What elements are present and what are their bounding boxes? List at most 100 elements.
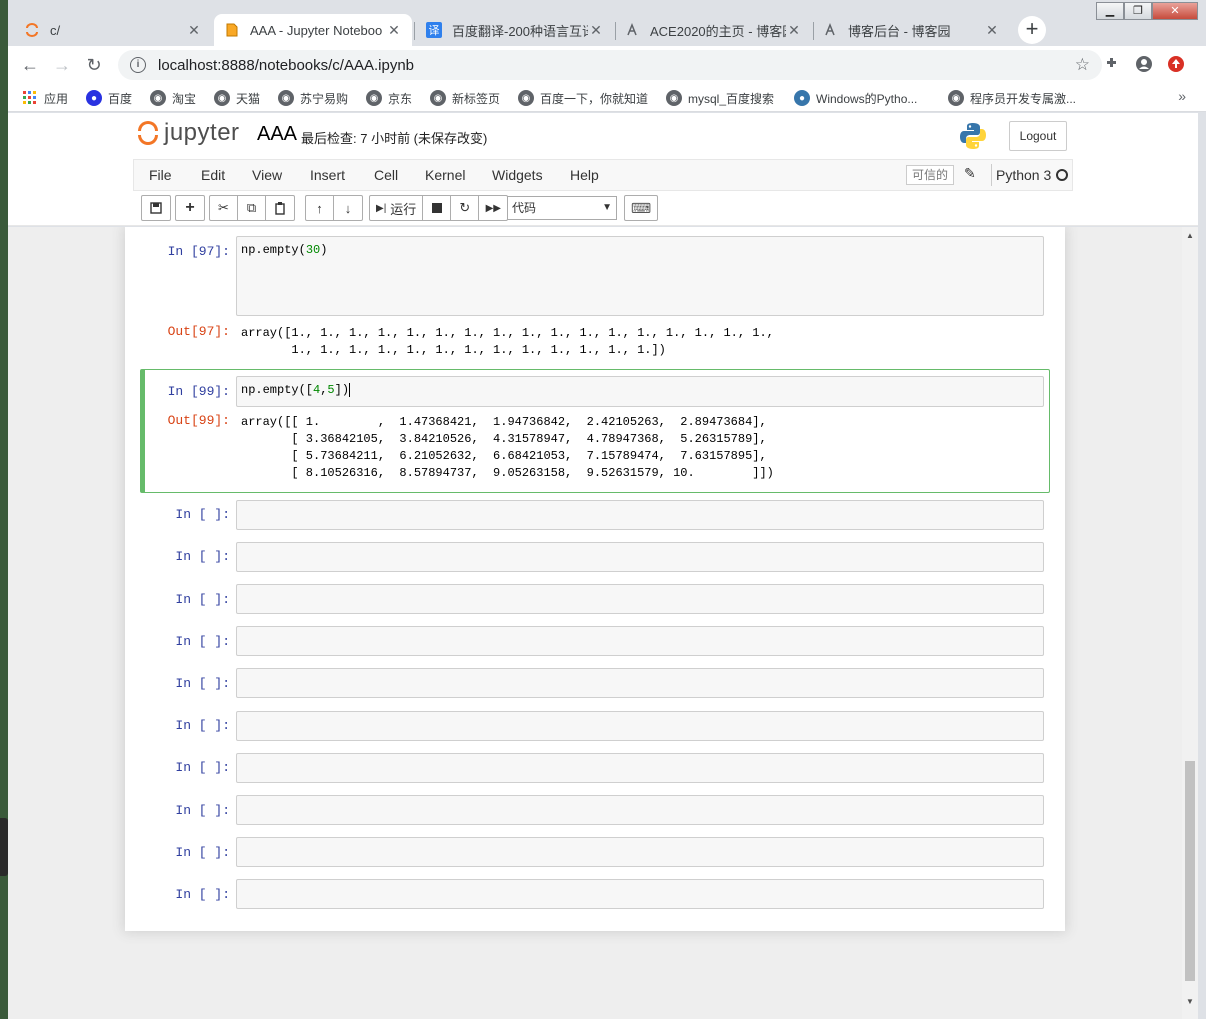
vertical-scrollbar[interactable]: ▲ ▼ (1182, 227, 1198, 1019)
save-icon[interactable] (142, 196, 170, 220)
kernel-separator (991, 164, 992, 186)
close-icon[interactable]: ✕ (386, 22, 402, 39)
scroll-up-arrow-icon[interactable]: ▲ (1186, 231, 1194, 240)
stop-icon[interactable] (423, 196, 452, 220)
bookmark-baidu[interactable]: ● 百度 (86, 89, 132, 107)
menu-cell[interactable]: Cell (374, 167, 398, 183)
empty-code-input[interactable] (236, 711, 1044, 741)
empty-code-input[interactable] (236, 584, 1044, 614)
cell-type-select[interactable]: 代码 ▼ (507, 196, 617, 220)
reload-icon[interactable]: ↻ (82, 53, 106, 77)
tab-strip: c/ ✕ AAA - Jupyter Noteboo ✕ 译 百度翻译-200种… (8, 0, 1206, 46)
bookmark-new-tab-page[interactable]: ◉ 新标签页 (430, 89, 500, 107)
menu-help[interactable]: Help (570, 167, 599, 183)
bookmark-windows-python[interactable]: ● Windows的Pytho... (794, 89, 917, 107)
empty-code-input[interactable] (236, 542, 1044, 572)
trusted-badge[interactable]: 可信的 (906, 165, 955, 185)
tab-aaa-notebook[interactable]: AAA - Jupyter Noteboo ✕ (214, 14, 412, 46)
menu-insert[interactable]: Insert (310, 167, 345, 183)
bookmark-jd[interactable]: ◉ 京东 (366, 89, 412, 107)
menu-widgets[interactable]: Widgets (492, 167, 543, 183)
kernel-name[interactable]: Python 3 (996, 167, 1051, 183)
pencil-icon[interactable]: ✎ (964, 165, 976, 182)
empty-code-input[interactable] (236, 753, 1044, 783)
bookmark-label: 淘宝 (172, 91, 197, 106)
empty-code-input[interactable] (236, 837, 1044, 867)
scroll-down-arrow-icon[interactable]: ▼ (1186, 997, 1194, 1006)
tab-title: 博客后台 - 博客园 (848, 23, 951, 39)
tab-ace2020-blog[interactable]: ACE2020的主页 - 博客园 ✕ (614, 14, 812, 46)
new-tab-button[interactable]: + (1018, 16, 1046, 44)
arrow-down-icon[interactable]: ↓ (334, 196, 362, 220)
empty-code-input[interactable] (236, 795, 1044, 825)
extensions-icon[interactable] (1102, 55, 1122, 75)
tab-title: ACE2020的主页 - 博客园 (650, 23, 786, 39)
bookmark-star-icon[interactable]: ☆ (1075, 55, 1090, 75)
close-icon[interactable]: ✕ (186, 22, 202, 39)
tab-title: 百度翻译-200种语言互译 (452, 23, 588, 39)
run-button[interactable]: ▶| 运行 (370, 196, 424, 220)
keyboard-icon[interactable]: ⌨ (624, 195, 658, 221)
minimize-button[interactable]: ▁ (1096, 2, 1124, 20)
bookmark-apps[interactable]: 应用 (22, 89, 68, 107)
browser-toolbar: ← → ↻ i localhost:8888/notebooks/c/AAA.i… (8, 46, 1206, 84)
info-icon[interactable]: i (130, 57, 146, 73)
move-group: ↑ ↓ (305, 195, 363, 221)
bookmark-dev-activation[interactable]: ◉ 程序员开发专属激... (948, 89, 1076, 107)
paste-icon[interactable] (266, 196, 294, 220)
notebook-site[interactable]: In [97]: np.empty(30) Out[97]: array([1.… (8, 227, 1182, 1019)
tab-title: c/ (50, 22, 61, 38)
window-close-button[interactable]: ✕ (1152, 2, 1198, 20)
chevron-double-right-icon[interactable]: » (1178, 88, 1186, 104)
menu-view[interactable]: View (252, 167, 282, 183)
menu-kernel[interactable]: Kernel (425, 167, 465, 183)
close-icon[interactable]: ✕ (786, 22, 802, 39)
bookmark-label: mysql_百度搜索 (688, 91, 775, 106)
bookmark-taobao[interactable]: ◉ 淘宝 (150, 89, 196, 107)
copy-icon[interactable]: ⧉ (238, 196, 266, 220)
address-bar[interactable]: i localhost:8888/notebooks/c/AAA.ipynb ☆ (118, 50, 1102, 80)
empty-code-input[interactable] (236, 626, 1044, 656)
close-icon[interactable]: ✕ (984, 22, 1000, 39)
code-input[interactable]: np.empty(30) (236, 236, 1044, 316)
back-arrow-icon[interactable]: ← (18, 53, 42, 77)
tab-baidu-translate[interactable]: 译 百度翻译-200种语言互译 ✕ (416, 14, 614, 46)
desktop-side-handle[interactable] (0, 818, 8, 876)
notebook-name[interactable]: AAA (257, 123, 297, 146)
logout-button[interactable]: Logout (1009, 121, 1067, 151)
bookmark-tmall[interactable]: ◉ 天猫 (214, 89, 260, 107)
jupyter-logo[interactable]: jupyter (136, 119, 240, 147)
bookmark-baidu-search[interactable]: ◉ 百度一下，你就知道 (518, 89, 648, 107)
url-text[interactable]: localhost:8888/notebooks/c/AAA.ipynb (158, 57, 1075, 74)
globe-icon: ◉ (278, 90, 294, 106)
menu-file[interactable]: File (149, 167, 172, 183)
scroll-thumb[interactable] (1185, 761, 1195, 981)
empty-code-input[interactable] (236, 668, 1044, 698)
restart-icon[interactable]: ↻ (451, 196, 480, 220)
python-icon: ● (794, 90, 810, 106)
clipboard-group: ✂ ⧉ (209, 195, 295, 221)
python-logo-icon (960, 123, 986, 149)
fast-forward-icon[interactable]: ▶▶ (479, 196, 507, 220)
apps-grid-icon (22, 90, 38, 106)
forward-arrow-icon[interactable]: → (50, 53, 74, 77)
globe-icon: ◉ (214, 90, 230, 106)
bookmark-label: 百度一下，你就知道 (540, 91, 649, 106)
maximize-button[interactable]: ❐ (1124, 2, 1152, 20)
bookmark-mysql-search[interactable]: ◉ mysql_百度搜索 (666, 89, 774, 107)
cut-icon[interactable]: ✂ (210, 196, 238, 220)
profile-icon[interactable] (1134, 55, 1154, 75)
bookmark-suning[interactable]: ◉ 苏宁易购 (278, 89, 348, 107)
arrow-up-icon[interactable]: ↑ (306, 196, 334, 220)
empty-code-input[interactable] (236, 879, 1044, 909)
tab-c[interactable]: c/ ✕ (14, 14, 212, 46)
code-input[interactable]: np.empty([4,5]) (236, 376, 1044, 407)
empty-code-input[interactable] (236, 500, 1044, 530)
checkpoint-status: 最后检查: 7 小时前 (未保存改变) (301, 131, 488, 146)
menu-edit[interactable]: Edit (201, 167, 225, 183)
plus-icon[interactable]: + (176, 196, 204, 220)
close-icon[interactable]: ✕ (588, 22, 604, 39)
update-icon[interactable] (1166, 55, 1186, 75)
tab-blog-admin[interactable]: 博客后台 - 博客园 ✕ (812, 14, 1010, 46)
output-prompt: Out[97]: (167, 324, 230, 339)
